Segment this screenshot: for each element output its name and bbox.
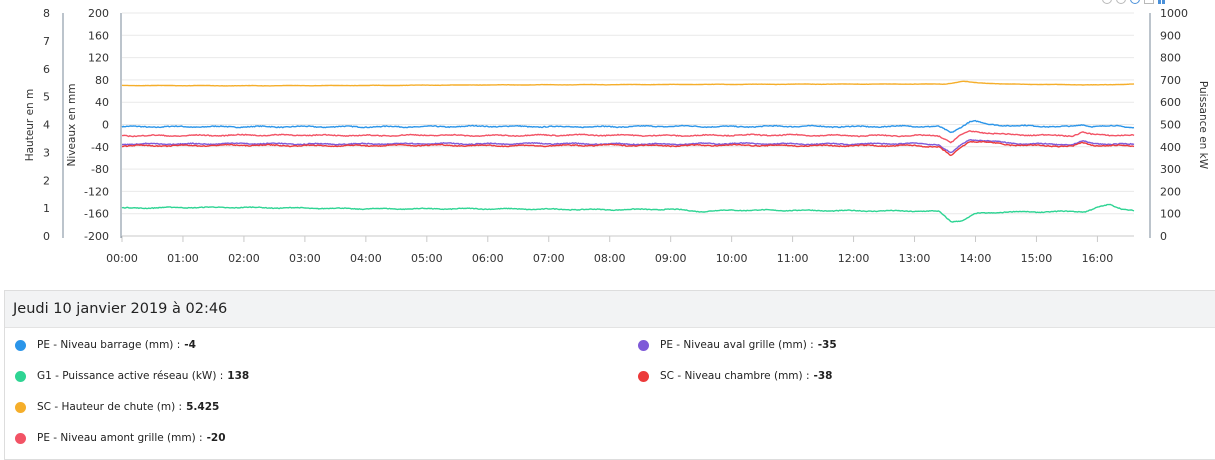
y-tick-label-niveaux: -40: [91, 141, 109, 154]
legend-value: -38: [813, 370, 833, 382]
series-color-dot: [15, 432, 26, 444]
legend-label: PE - Niveau barrage (mm) :: [37, 339, 181, 351]
y-tick-label-hauteur: 4: [43, 119, 50, 132]
y-axis-title-hauteur: Hauteur en m: [24, 89, 36, 162]
legend-value: 138: [227, 370, 250, 382]
y-tick-label-puissance: 400: [1160, 141, 1181, 154]
x-tick-label: 15:00: [1021, 252, 1053, 265]
series-color-dot: [638, 339, 649, 351]
reset-zoom-icon[interactable]: [1116, 0, 1126, 4]
legend-item: PE - Niveau amont grille (mm) : -20: [15, 432, 226, 444]
y-tick-label-puissance: 1000: [1160, 7, 1188, 20]
y-tick-label-hauteur: 7: [43, 35, 50, 48]
y-tick-label-niveaux: -200: [84, 230, 109, 243]
y-tick-label-niveaux: 160: [88, 29, 109, 42]
y-tick-label-hauteur: 8: [43, 7, 50, 20]
export-icon[interactable]: [1144, 0, 1154, 4]
y-tick-label-puissance: 900: [1160, 29, 1181, 42]
legend-label: SC - Hauteur de chute (m) :: [37, 401, 183, 413]
legend-item: SC - Hauteur de chute (m) : 5.425: [15, 401, 219, 413]
y-tick-label-niveaux: 0: [102, 119, 109, 132]
x-tick-label: 00:00: [106, 252, 138, 265]
x-tick-label: 02:00: [228, 252, 260, 265]
y-tick-label-puissance: 600: [1160, 96, 1181, 109]
y-tick-label-puissance: 300: [1160, 163, 1181, 176]
legend-label: G1 - Puissance active réseau (kW) :: [37, 370, 224, 382]
y-tick-label-puissance: 500: [1160, 119, 1181, 132]
x-tick-label: 10:00: [716, 252, 748, 265]
legend-item: SC - Niveau chambre (mm) : -38: [638, 370, 832, 382]
tooltip-date: Jeudi 10 janvier 2019 à 02:46: [5, 291, 1215, 328]
y-tick-label-hauteur: 2: [43, 174, 50, 187]
x-tick-label: 14:00: [960, 252, 992, 265]
y-tick-label-puissance: 100: [1160, 208, 1181, 221]
chart-toolbar: [1102, 0, 1168, 4]
legend-value: -20: [206, 432, 226, 444]
y-tick-label-puissance: 800: [1160, 52, 1181, 65]
y-tick-label-niveaux: 120: [88, 52, 109, 65]
y-tick-label-puissance: 200: [1160, 185, 1181, 198]
series-line: [121, 80, 1135, 87]
series-line: [121, 119, 1135, 134]
y-tick-label-niveaux: -160: [84, 208, 109, 221]
y-tick-label-puissance: 700: [1160, 74, 1181, 87]
series-color-dot: [15, 370, 26, 382]
legend-label: PE - Niveau amont grille (mm) :: [37, 432, 203, 444]
legend-label: PE - Niveau aval grille (mm) :: [660, 339, 814, 351]
bar-chart-icon[interactable]: [1158, 0, 1168, 4]
y-axis-title-puissance: Puissance en kW: [1197, 81, 1209, 170]
legend-value: -4: [184, 339, 196, 351]
y-tick-label-hauteur: 1: [43, 202, 50, 215]
legend-value: -35: [817, 339, 837, 351]
x-tick-label: 12:00: [838, 252, 870, 265]
zoom-icon[interactable]: [1130, 0, 1140, 4]
y-tick-label-hauteur: 6: [43, 63, 50, 76]
line-chart[interactable]: 0 1 2 3 4 5 6 7 8 -200 -160 -120 -80 -40 0 40 80 120 160 20…: [0, 0, 1215, 272]
legend-item: PE - Niveau barrage (mm) : -4: [15, 339, 196, 351]
y-tick-label-niveaux: 200: [88, 7, 109, 20]
series-color-dot: [638, 370, 649, 382]
x-tick-label: 07:00: [533, 252, 565, 265]
series-color-dot: [15, 401, 26, 413]
chart-area[interactable]: 0 1 2 3 4 5 6 7 8 -200 -160 -120 -80 -40 0 40 80 120 160 20…: [0, 0, 1215, 272]
tooltip-panel: Jeudi 10 janvier 2019 à 02:46 PE - Nivea…: [4, 290, 1215, 460]
x-tick-label: 09:00: [655, 252, 687, 265]
y-tick-label-niveaux: 40: [95, 96, 109, 109]
x-tick-label: 11:00: [777, 252, 809, 265]
refresh-icon[interactable]: [1102, 0, 1112, 4]
x-tick-label: 01:00: [167, 252, 199, 265]
x-tick-label: 13:00: [899, 252, 931, 265]
y-tick-label-hauteur: 3: [43, 146, 50, 159]
legend-item: G1 - Puissance active réseau (kW) : 138: [15, 370, 249, 382]
x-tick-label: 03:00: [289, 252, 321, 265]
legend-item: PE - Niveau aval grille (mm) : -35: [638, 339, 837, 351]
x-tick-label: 05:00: [411, 252, 443, 265]
y-tick-label-niveaux: -120: [84, 185, 109, 198]
series-color-dot: [15, 339, 26, 351]
y-axis-title-niveaux: Niveaux en mm: [66, 84, 78, 167]
legend-label: SC - Niveau chambre (mm) :: [660, 370, 810, 382]
x-tick-label: 06:00: [472, 252, 504, 265]
y-tick-label-puissance: 0: [1160, 230, 1167, 243]
x-tick-label: 08:00: [594, 252, 626, 265]
y-tick-label-niveaux: 80: [95, 74, 109, 87]
legend-value: 5.425: [186, 401, 220, 413]
x-tick-label: 04:00: [350, 252, 382, 265]
y-tick-label-niveaux: -80: [91, 163, 109, 176]
x-tick-label: 16:00: [1082, 252, 1114, 265]
y-tick-label-hauteur: 0: [43, 230, 50, 243]
y-tick-label-hauteur: 5: [43, 91, 50, 104]
